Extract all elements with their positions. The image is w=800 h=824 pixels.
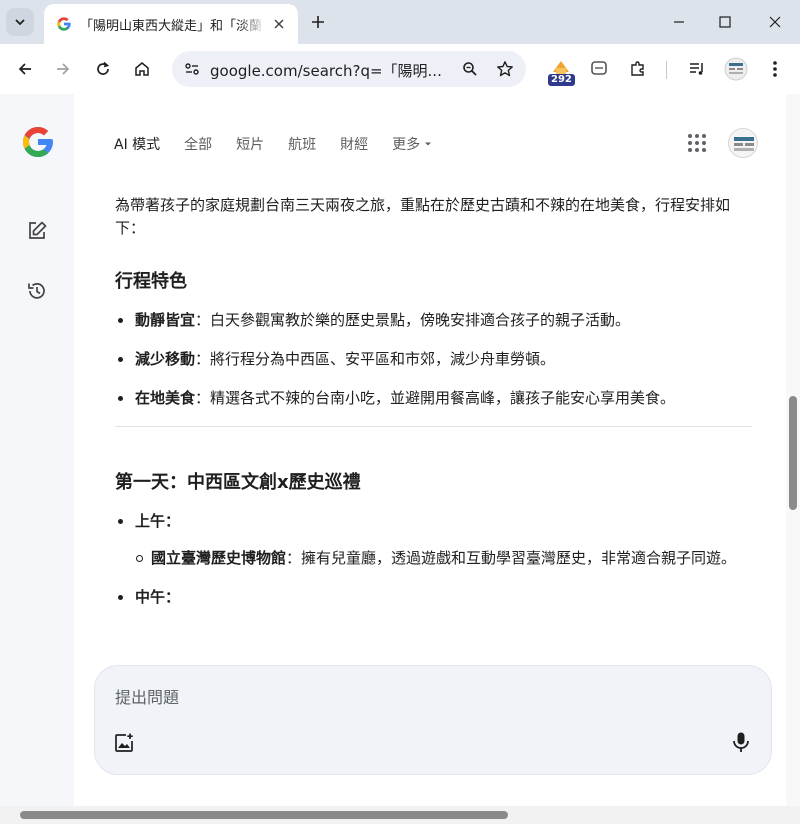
close-icon: [274, 19, 284, 29]
maximize-icon: [719, 16, 731, 28]
google-logo-icon[interactable]: [20, 124, 56, 160]
avatar-image-icon: [734, 137, 754, 151]
list-item-text: ：將行程分為中西區、安平區和市郊，減少舟車勞頓。: [195, 350, 556, 368]
new-tab-button[interactable]: [306, 10, 330, 34]
list-item: 減少移動：將行程分為中西區、安平區和市郊，減少舟車勞頓。: [115, 348, 755, 371]
side-rail: [0, 94, 74, 806]
ask-box[interactable]: 提出問題: [94, 665, 772, 775]
address-bar[interactable]: google.com/search?q=「陽明...: [172, 51, 526, 87]
forward-button[interactable]: [48, 54, 78, 84]
answer-intro: 為帶著孩子的家庭規劃台南三天兩夜之旅，重點在於歷史古蹟和不辣的在地美食，行程安排…: [115, 196, 731, 237]
more-vertical-icon: [773, 61, 777, 77]
site-info-icon[interactable]: [184, 61, 200, 77]
browser-menu-button[interactable]: [760, 54, 790, 84]
list-item-text: ：精選各式不辣的台南小吃，並避開用餐高峰，讓孩子能安心享用美食。: [195, 389, 676, 407]
home-button[interactable]: [127, 54, 157, 84]
chat-extension-icon: [591, 61, 607, 75]
tab-finance[interactable]: 財經: [340, 134, 368, 154]
tab-strip: 「陽明山東西大縱走」和「淡蘭: [0, 0, 800, 44]
plus-icon: [312, 16, 324, 28]
morning-label: 上午：: [135, 512, 181, 530]
chevron-down-icon: [15, 19, 25, 26]
arrow-right-icon: [57, 63, 70, 75]
reload-button[interactable]: [88, 54, 118, 84]
maximize-button[interactable]: [710, 8, 740, 36]
list-item: 上午： 國立臺灣歷史博物館：擁有兒童廳，透過遊戲和互動學習臺灣歷史，非常適合親子…: [115, 510, 755, 570]
add-image-icon[interactable]: [113, 732, 135, 754]
list-item: 中午：: [115, 586, 755, 609]
tab-all[interactable]: 全部: [184, 134, 212, 154]
google-apps-icon[interactable]: [686, 132, 708, 154]
list-item-term: 在地美食: [135, 389, 196, 407]
arrow-left-icon: [18, 63, 31, 75]
list-item-term: 減少移動: [135, 350, 196, 368]
close-icon: [769, 16, 781, 28]
profile-button[interactable]: [721, 54, 751, 84]
history-icon: [28, 283, 45, 299]
minimize-icon: [674, 21, 684, 23]
list-item-text: ：白天參觀寓教於樂的歷史景點，傍晚安排適合孩子的親子活動。: [195, 311, 631, 329]
search-tabs: AI 模式 全部 短片 航班 財經 更多: [114, 134, 456, 154]
sublist-item-text: ：擁有兒童廳，透過遊戲和互動學習臺灣歷史，非常適合親子同遊。: [286, 549, 737, 567]
active-tab[interactable]: 「陽明山東西大縱走」和「淡蘭: [44, 4, 298, 44]
media-controls-button[interactable]: [682, 54, 712, 84]
morning-sublist: 國立臺灣歷史博物館：擁有兒童廳，透過遊戲和互動學習臺灣歷史，非常適合親子同遊。: [135, 547, 755, 570]
caret-down-icon: [425, 142, 432, 146]
back-button[interactable]: [10, 54, 40, 84]
noon-label: 中午：: [135, 588, 181, 606]
microphone-icon[interactable]: [729, 730, 753, 754]
list-item-term: 動靜皆宜: [135, 311, 196, 329]
star-icon[interactable]: [496, 60, 514, 78]
sublist-item: 國立臺灣歷史博物館：擁有兒童廳，透過遊戲和互動學習臺灣歷史，非常適合親子同遊。: [135, 547, 755, 570]
tab-ai-mode[interactable]: AI 模式: [114, 134, 160, 154]
new-chat-button[interactable]: [24, 218, 50, 244]
extension-badge: 292: [548, 74, 575, 86]
zoom-icon[interactable]: [462, 61, 478, 77]
vertical-scroll-thumb[interactable]: [789, 396, 797, 510]
puzzle-icon: [631, 61, 644, 76]
list-item: 動靜皆宜：白天參觀寓教於樂的歷史景點，傍晚安排適合孩子的親子活動。: [115, 309, 755, 332]
tab-close-button[interactable]: [270, 15, 288, 33]
tab-search-button[interactable]: [6, 8, 34, 36]
profile-avatar-icon: [724, 57, 748, 81]
section-divider: [115, 426, 752, 427]
tab-more[interactable]: 更多: [392, 134, 432, 154]
list-item: 在地美食：精選各式不辣的台南小吃，並避開用餐高峰，讓孩子能安心享用美食。: [115, 387, 755, 410]
tab-more-label: 更多: [392, 137, 421, 153]
address-text[interactable]: google.com/search?q=「陽明...: [210, 60, 442, 81]
browser-toolbar: google.com/search?q=「陽明... 292: [0, 44, 800, 94]
tab-flights[interactable]: 航班: [288, 134, 316, 154]
feature-list: 動靜皆宜：白天參觀寓教於樂的歷史景點，傍晚安排適合孩子的親子活動。 減少移動：將…: [115, 309, 755, 410]
account-avatar[interactable]: [728, 128, 758, 158]
horizontal-scroll-thumb[interactable]: [20, 811, 508, 819]
section-heading: 行程特色: [115, 271, 187, 292]
day1-heading: 第一天：中西區文創x歷史巡禮: [115, 472, 361, 493]
ai-answer: 為帶著孩子的家庭規劃台南三天兩夜之旅，重點在於歷史古蹟和不辣的在地美食，行程安排…: [115, 194, 755, 625]
search-header: AI 模式 全部 短片 航班 財經 更多: [74, 94, 786, 184]
music-queue-icon: [690, 63, 703, 75]
extensions-button[interactable]: [623, 54, 653, 84]
window-close-button[interactable]: [760, 8, 790, 36]
extension-chat-button[interactable]: [584, 54, 614, 84]
history-button[interactable]: [24, 278, 50, 304]
google-favicon-icon: [57, 17, 71, 31]
minimize-button[interactable]: [664, 8, 694, 36]
toolbar-divider: [666, 61, 667, 79]
day1-list: 上午： 國立臺灣歷史博物館：擁有兒童廳，透過遊戲和互動學習臺灣歷史，非常適合親子…: [115, 510, 755, 609]
reload-icon: [97, 61, 110, 75]
page: AI 模式 全部 短片 航班 財經 更多 為帶著孩子的家庭規劃台南三天兩夜之旅，…: [0, 94, 786, 806]
home-icon: [135, 62, 149, 76]
edit-icon: [29, 221, 47, 239]
ask-input[interactable]: 提出問題: [115, 684, 179, 708]
tab-title: 「陽明山東西大縱走」和「淡蘭: [80, 18, 263, 34]
sublist-item-term: 國立臺灣歷史博物館: [151, 549, 287, 567]
tab-shorts[interactable]: 短片: [236, 134, 264, 154]
